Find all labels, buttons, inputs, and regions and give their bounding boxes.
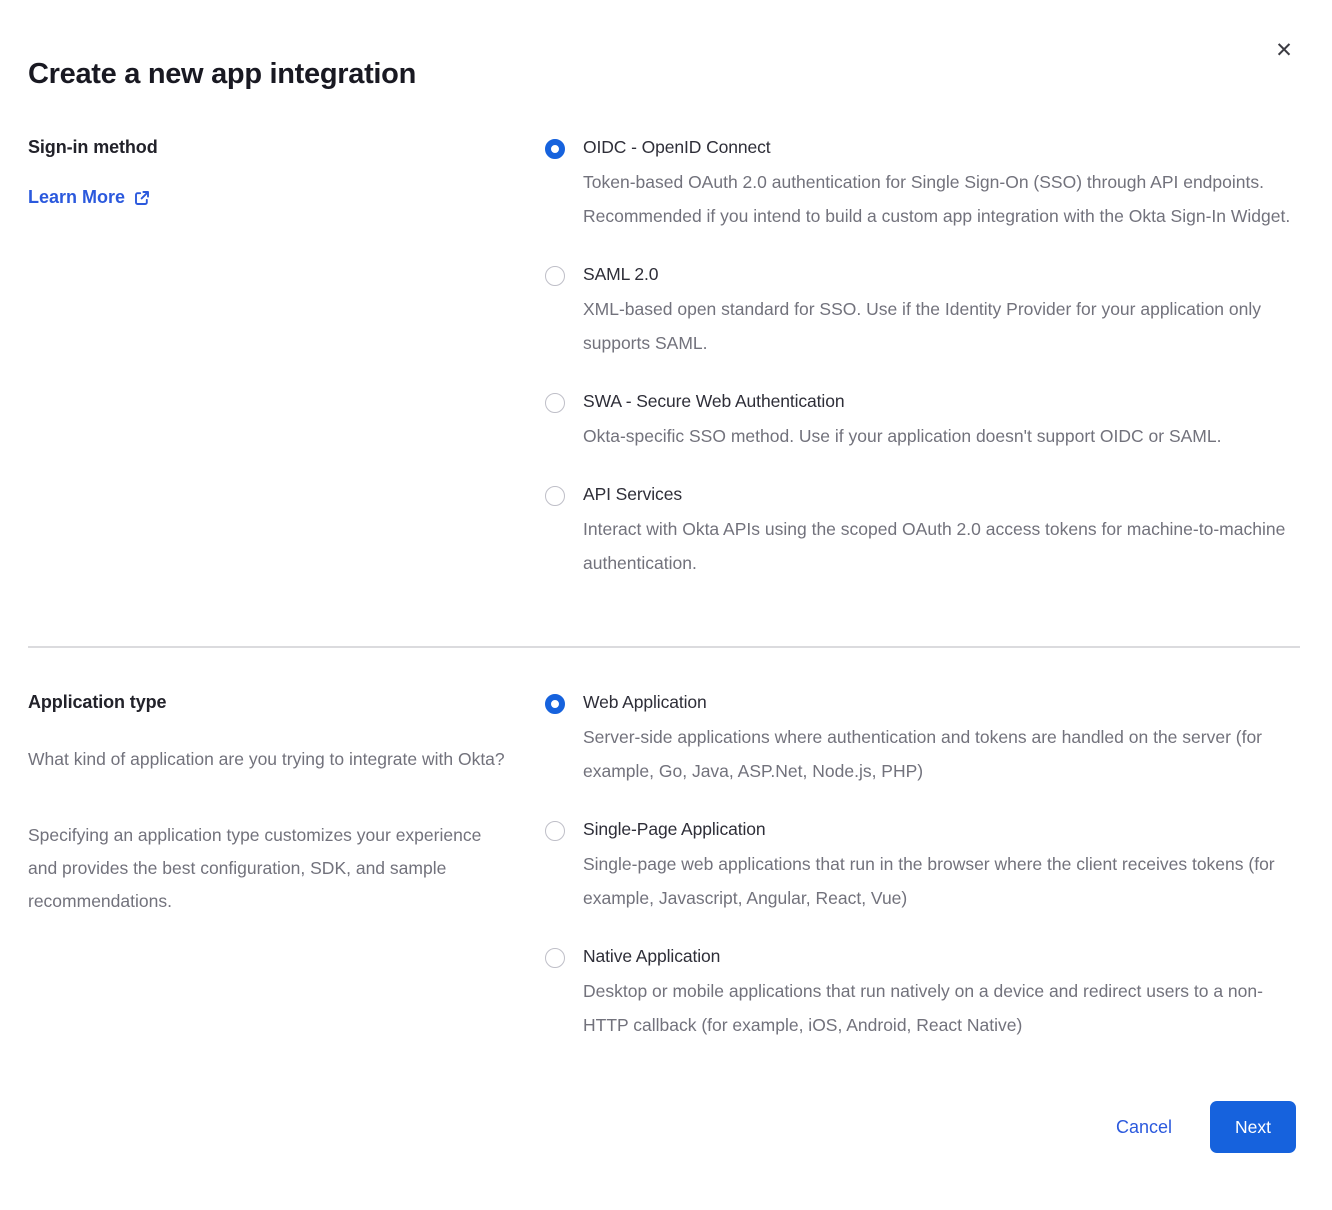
- radio-option-native-application[interactable]: Native Application Desktop or mobile app…: [545, 946, 1300, 1042]
- radio-option-saml[interactable]: SAML 2.0 XML-based open standard for SSO…: [545, 264, 1300, 360]
- radio-option-api-services[interactable]: API Services Interact with Okta APIs usi…: [545, 484, 1300, 580]
- signin-method-section: Sign-in method Learn More OIDC - OpenID …: [28, 137, 1300, 580]
- section-divider: [28, 646, 1300, 648]
- radio-option-texts: Native Application Desktop or mobile app…: [583, 946, 1295, 1042]
- page-title: Create a new app integration: [28, 58, 1300, 91]
- close-icon[interactable]: ✕: [1270, 36, 1298, 64]
- radio-option-texts: API Services Interact with Okta APIs usi…: [583, 484, 1295, 580]
- radio-option-label: SWA - Secure Web Authentication: [583, 391, 1295, 412]
- radio-option-texts: Single-Page Application Single-page web …: [583, 819, 1295, 915]
- dialog-footer: Cancel Next: [28, 1101, 1300, 1153]
- radio-option-texts: Web Application Server-side applications…: [583, 692, 1295, 788]
- radio-unselected-icon[interactable]: [545, 266, 565, 286]
- radio-option-texts: SWA - Secure Web Authentication Okta-spe…: [583, 391, 1295, 453]
- radio-option-description: Server-side applications where authentic…: [583, 720, 1295, 788]
- radio-option-description: Interact with Okta APIs using the scoped…: [583, 512, 1295, 580]
- radio-unselected-icon[interactable]: [545, 948, 565, 968]
- application-type-description-2: Specifying an application type customize…: [28, 819, 508, 918]
- application-type-left-column: Application type What kind of applicatio…: [28, 692, 545, 1042]
- radio-unselected-icon[interactable]: [545, 821, 565, 841]
- signin-method-label: Sign-in method: [28, 137, 545, 158]
- radio-option-texts: SAML 2.0 XML-based open standard for SSO…: [583, 264, 1295, 360]
- application-type-label: Application type: [28, 692, 545, 713]
- radio-option-description: Okta-specific SSO method. Use if your ap…: [583, 419, 1295, 453]
- radio-unselected-icon[interactable]: [545, 393, 565, 413]
- learn-more-link[interactable]: Learn More: [28, 187, 150, 208]
- radio-option-description: XML-based open standard for SSO. Use if …: [583, 292, 1295, 360]
- create-app-integration-dialog: ✕ Create a new app integration Sign-in m…: [0, 0, 1332, 1210]
- radio-option-description: Desktop or mobile applications that run …: [583, 974, 1295, 1042]
- next-button[interactable]: Next: [1210, 1101, 1296, 1153]
- signin-method-left-column: Sign-in method Learn More: [28, 137, 545, 580]
- learn-more-label: Learn More: [28, 187, 125, 208]
- radio-option-single-page-application[interactable]: Single-Page Application Single-page web …: [545, 819, 1300, 915]
- external-link-icon: [134, 190, 150, 206]
- radio-unselected-icon[interactable]: [545, 486, 565, 506]
- radio-option-label: API Services: [583, 484, 1295, 505]
- radio-option-web-application[interactable]: Web Application Server-side applications…: [545, 692, 1300, 788]
- radio-option-label: SAML 2.0: [583, 264, 1295, 285]
- radio-option-label: Native Application: [583, 946, 1295, 967]
- cancel-button[interactable]: Cancel: [1116, 1117, 1172, 1138]
- radio-option-label: OIDC - OpenID Connect: [583, 137, 1295, 158]
- application-type-radio-group: Web Application Server-side applications…: [545, 692, 1300, 1042]
- radio-selected-icon[interactable]: [545, 139, 565, 159]
- radio-option-description: Single-page web applications that run in…: [583, 847, 1295, 915]
- signin-method-radio-group: OIDC - OpenID Connect Token-based OAuth …: [545, 137, 1300, 580]
- radio-option-texts: OIDC - OpenID Connect Token-based OAuth …: [583, 137, 1295, 233]
- application-type-section: Application type What kind of applicatio…: [28, 692, 1300, 1042]
- radio-option-description: Token-based OAuth 2.0 authentication for…: [583, 165, 1295, 233]
- radio-option-oidc[interactable]: OIDC - OpenID Connect Token-based OAuth …: [545, 137, 1300, 233]
- radio-option-label: Web Application: [583, 692, 1295, 713]
- radio-selected-icon[interactable]: [545, 694, 565, 714]
- application-type-description-1: What kind of application are you trying …: [28, 743, 508, 776]
- radio-option-label: Single-Page Application: [583, 819, 1295, 840]
- radio-option-swa[interactable]: SWA - Secure Web Authentication Okta-spe…: [545, 391, 1300, 453]
